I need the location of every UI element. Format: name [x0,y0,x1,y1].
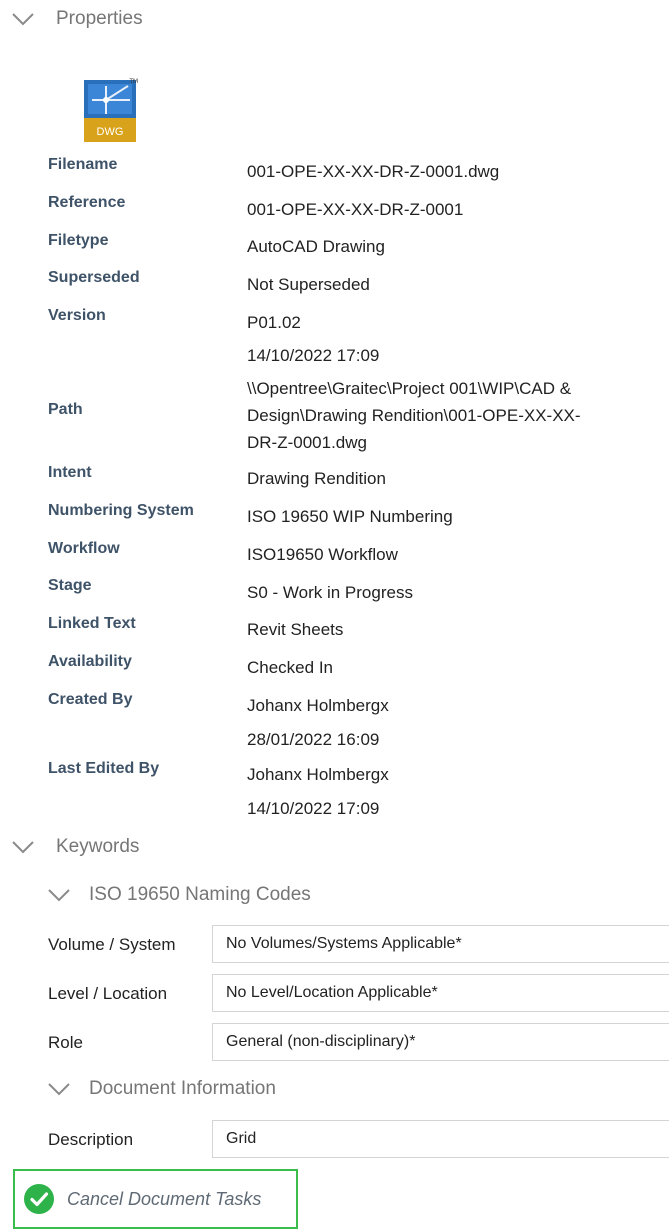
cancel-document-tasks-label: Cancel Document Tasks [67,1188,262,1209]
filename-value: 001-OPE-XX-XX-DR-Z-0001.dwg [247,162,500,181]
role-label: Role [48,1033,83,1052]
description-field[interactable]: Grid [212,1120,669,1158]
level-location-field[interactable]: No Level/Location Applicable* [212,974,669,1012]
last-edited-date: 14/10/2022 17:09 [247,799,380,818]
availability-label: Availability [48,653,132,670]
superseded-value: Not Superseded [247,275,370,294]
keywords-section-title: Keywords [56,836,140,857]
level-location-label: Level / Location [48,984,168,1003]
volume-system-label: Volume / System [48,935,176,954]
version-value: P01.02 [247,313,301,332]
filename-label: Filename [48,156,118,173]
path-value-line1: \\Opentree\Graitec\Project 001\WIP\CAD & [247,379,572,398]
document-information-subheader[interactable]: Document Information [46,1078,276,1100]
dwg-icon-label: DWG [97,126,124,138]
workflow-label: Workflow [48,540,120,557]
numbering-system-value: ISO 19650 WIP Numbering [247,507,453,526]
workflow-value: ISO19650 Workflow [247,545,398,564]
chevron-down-icon [48,1083,70,1096]
linked-text-value: Revit Sheets [247,620,344,639]
role-value: General (non-disciplinary)* [226,1033,416,1050]
keywords-section-header[interactable]: Keywords [10,836,139,858]
intent-label: Intent [48,464,92,481]
trademark-mark: TM [129,79,138,85]
numbering-system-label: Numbering System [48,502,194,519]
path-value-line2: Design\Drawing Rendition\001-OPE-XX-XX- [247,406,581,425]
naming-codes-subheader[interactable]: ISO 19650 Naming Codes [46,884,311,906]
created-by-value: Johanx Holmbergx [247,696,389,715]
created-by-label: Created By [48,691,133,708]
description-label: Description [48,1130,134,1149]
reference-value: 001-OPE-XX-XX-DR-Z-0001 [247,200,464,219]
version-date: 14/10/2022 17:09 [247,346,380,365]
created-date: 28/01/2022 16:09 [247,730,380,749]
chevron-down-icon [12,841,34,854]
availability-value: Checked In [247,658,333,677]
check-circle-icon [24,1184,54,1214]
reference-label: Reference [48,194,126,211]
path-value-line3: DR-Z-0001.dwg [247,433,367,452]
properties-section-title: Properties [56,8,143,29]
level-location-value: No Level/Location Applicable* [226,984,438,1001]
superseded-label: Superseded [48,269,140,286]
chevron-down-icon [48,889,70,902]
chevron-down-icon [12,13,34,26]
stage-label: Stage [48,577,92,594]
role-field[interactable]: General (non-disciplinary)* [212,1023,669,1061]
description-value: Grid [226,1130,257,1147]
properties-section-header[interactable]: Properties [10,8,143,30]
dwg-file-icon: DWG TM [84,79,138,142]
last-edited-by-value: Johanx Holmbergx [247,765,389,784]
volume-system-field[interactable]: No Volumes/Systems Applicable* [212,925,669,963]
linked-text-label: Linked Text [48,615,136,632]
path-label: Path [48,401,83,418]
naming-codes-title: ISO 19650 Naming Codes [89,884,311,905]
volume-system-value: No Volumes/Systems Applicable* [226,935,462,952]
last-edited-by-label: Last Edited By [48,760,160,777]
stage-value: S0 - Work in Progress [247,583,413,602]
filetype-value: AutoCAD Drawing [247,237,385,256]
version-label: Version [48,307,106,324]
cancel-document-tasks-button[interactable]: Cancel Document Tasks [13,1169,298,1229]
filetype-label: Filetype [48,232,109,249]
document-information-title: Document Information [89,1078,276,1099]
intent-value: Drawing Rendition [247,469,386,488]
